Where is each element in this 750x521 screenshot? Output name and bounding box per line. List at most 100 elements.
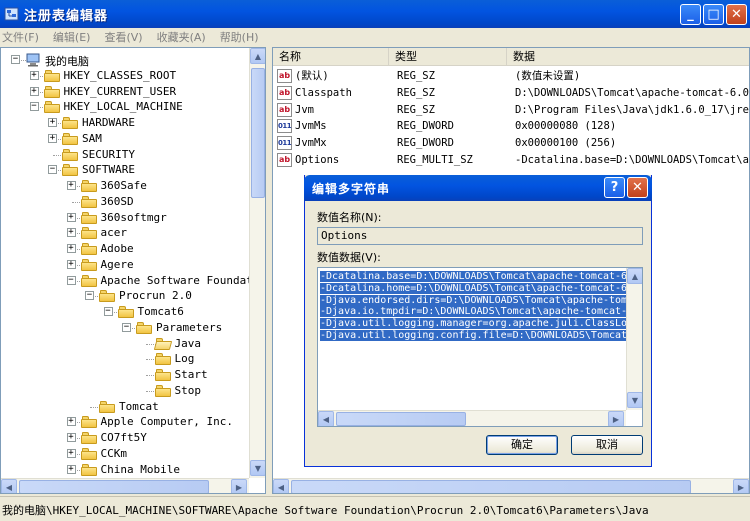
column-header-type[interactable]: 类型 (389, 48, 507, 66)
expand-icon[interactable]: + (29, 70, 39, 80)
value-data: 0x00000100 (256) (515, 137, 617, 150)
string-value-icon: ab (277, 85, 292, 100)
collapse-icon[interactable]: − (66, 275, 76, 285)
value-name: Options (295, 154, 340, 166)
tree-item[interactable]: +360Safe (1, 178, 249, 194)
expand-icon[interactable]: + (66, 448, 76, 458)
folder-icon (99, 400, 115, 413)
tree-item[interactable]: + Agere (1, 257, 249, 273)
menu-file[interactable]: 文件(F) (2, 29, 39, 45)
scroll-up-button[interactable]: ▲ (250, 48, 265, 64)
column-header-name[interactable]: 名称 (273, 48, 389, 66)
expand-icon[interactable]: + (66, 212, 76, 222)
collapse-icon[interactable]: − (29, 102, 39, 112)
scroll-thumb[interactable] (251, 68, 265, 198)
tree-item[interactable]: Log (1, 351, 249, 367)
scroll-down-button[interactable]: ▼ (627, 392, 642, 408)
tree-item[interactable]: + HARDWARE (1, 115, 249, 131)
tree-item[interactable]: +360softmgr (1, 210, 249, 226)
expand-icon[interactable]: + (48, 118, 57, 127)
computer-icon (26, 53, 40, 67)
value-data-textarea[interactable]: -Dcatalina.base=D:\DOWNLOADS\Tomcat\apac… (317, 267, 643, 427)
maximize-button[interactable]: □ (703, 4, 724, 25)
value-row[interactable]: 011 JvmMs REG_DWORD 0x00000080 (128) (273, 118, 749, 135)
expand-icon[interactable]: + (66, 228, 76, 238)
folder-icon (80, 432, 97, 444)
value-row[interactable]: 011 JvmMx REG_DWORD 0x00000100 (256) (273, 135, 749, 152)
tree-item[interactable]: SECURITY (1, 147, 249, 163)
value-data-line: -Djava.util.logging.manager=org.apache.j… (320, 318, 628, 330)
tree-item[interactable]: − Tomcat6 (1, 304, 249, 320)
dialog-help-button[interactable]: ? (604, 177, 625, 198)
cancel-button[interactable]: 取消 (571, 435, 643, 455)
expand-icon[interactable]: + (66, 464, 76, 474)
collapse-icon[interactable]: − (11, 55, 20, 64)
scroll-thumb[interactable] (336, 412, 466, 426)
tree-item[interactable]: + CCKm (1, 446, 249, 462)
expand-icon[interactable]: + (66, 244, 76, 253)
scroll-left-button[interactable]: ◀ (318, 411, 334, 426)
expand-icon[interactable]: + (66, 433, 76, 442)
collapse-icon[interactable]: − (85, 291, 94, 301)
tree-item[interactable]: Tomcat (1, 399, 249, 415)
tree-item[interactable]: Start (1, 367, 249, 383)
tree-item[interactable]: − Apache Software Foundation (1, 273, 265, 289)
scroll-right-button[interactable]: ▶ (733, 479, 749, 493)
scroll-thumb[interactable] (291, 480, 691, 493)
expand-icon[interactable]: + (48, 133, 57, 143)
column-header-data[interactable]: 数据 (507, 48, 749, 66)
value-row[interactable]: ab (默认) REG_SZ (数值未设置) (273, 68, 749, 85)
tree-horizontal-scrollbar[interactable]: ◀ ▶ (1, 478, 249, 493)
scroll-thumb[interactable] (19, 480, 209, 493)
scroll-right-button[interactable]: ▶ (608, 411, 624, 426)
collapse-icon[interactable]: − (122, 322, 131, 332)
tree-item[interactable]: − Parameters (1, 320, 249, 336)
tree-item[interactable]: + CO7ft5Y (1, 430, 249, 446)
tree-item[interactable]: 360SD (1, 194, 249, 210)
close-button[interactable]: ✕ (726, 4, 747, 25)
scroll-down-button[interactable]: ▼ (250, 460, 265, 476)
value-row[interactable]: ab Options REG_MULTI_SZ -Dcatalina.base=D:\… (273, 152, 749, 169)
collapse-icon[interactable]: − (103, 307, 113, 316)
expand-icon[interactable]: + (66, 181, 76, 190)
tree-item[interactable]: + SAM (1, 131, 249, 147)
tree-item[interactable]: − HKEY_LOCAL_MACHINE (1, 99, 249, 115)
menu-help[interactable]: 帮助(H) (220, 29, 259, 45)
menu-edit[interactable]: 编辑(E) (53, 29, 91, 45)
dialog-close-button[interactable]: ✕ (627, 177, 648, 198)
tree-item[interactable]: − 我的电脑 (1, 52, 249, 68)
tree-item[interactable]: Stop (1, 383, 249, 399)
list-horizontal-scrollbar[interactable]: ◀ ▶ (273, 478, 749, 493)
folder-icon (62, 164, 78, 177)
value-data: D:\Program Files\Java\jdk1.6.0_17\jre\b (515, 103, 750, 116)
textarea-vertical-scrollbar[interactable]: ▲ ▼ (626, 268, 642, 410)
tree-item[interactable]: Java (1, 336, 249, 352)
tree-item[interactable]: + acer (1, 225, 249, 241)
tree-vertical-scrollbar[interactable]: ▲ ▼ (249, 48, 265, 478)
scroll-left-button[interactable]: ◀ (273, 479, 289, 493)
tree-item-label: SAM (82, 131, 102, 145)
ok-button[interactable]: 确定 (486, 435, 558, 455)
tree-item[interactable]: + HKEY_CLASSES_ROOT (1, 68, 249, 84)
textarea-horizontal-scrollbar[interactable]: ◀ ▶ (318, 410, 626, 426)
scroll-right-button[interactable]: ▶ (231, 479, 247, 493)
menu-favorites[interactable]: 收藏夹(A) (157, 29, 206, 45)
expand-icon[interactable]: + (66, 417, 76, 427)
scroll-left-button[interactable]: ◀ (1, 479, 17, 493)
expand-icon[interactable]: + (29, 86, 39, 96)
tree-item[interactable]: + China Mobile (1, 462, 249, 478)
tree-item[interactable]: − SOFTWARE (1, 162, 249, 178)
chevron-down-icon: ▼ (254, 463, 262, 473)
value-row[interactable]: ab Classpath REG_SZ D:\DOWNLOADS\Tomcat\apa… (273, 85, 749, 102)
menu-view[interactable]: 查看(V) (104, 29, 142, 45)
expand-icon[interactable]: + (66, 259, 76, 269)
scroll-up-button[interactable]: ▲ (627, 268, 642, 284)
collapse-icon[interactable]: − (48, 165, 57, 175)
minimize-button[interactable]: _ (680, 4, 701, 25)
value-row[interactable]: ab Jvm REG_SZ D:\Program Files\Java\jdk1.6.… (273, 102, 750, 119)
tree-item[interactable]: + Apple Computer, Inc. (1, 414, 249, 430)
tree-item[interactable]: + Adobe (1, 241, 249, 257)
tree-item[interactable]: − Procrun 2.0 (1, 288, 249, 304)
tree-item[interactable]: + HKEY_CURRENT_USER (1, 84, 249, 100)
registry-tree[interactable]: − 我的电脑 + HKEY_CLASSES_ROOT + HKEY_CURRENT_USE… (0, 47, 266, 494)
